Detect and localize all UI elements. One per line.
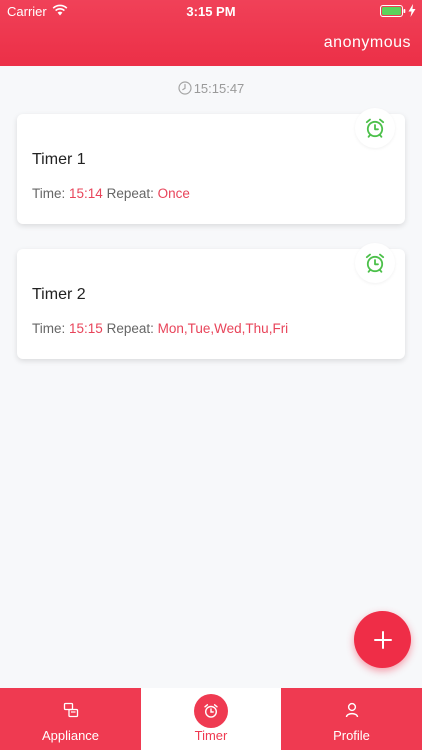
timer-card[interactable]: Timer 1 Time: 15:14 Repeat: Once — [17, 108, 405, 224]
timer-title: Timer 1 — [32, 151, 86, 168]
tab-label: Timer — [194, 728, 228, 743]
tab-label: Appliance — [41, 728, 100, 743]
current-time-display: 15:15:47 — [0, 81, 422, 96]
tab-bar: Appliance Timer Profile — [0, 688, 422, 750]
add-timer-button[interactable] — [354, 611, 411, 668]
current-time-value: 15:15:47 — [193, 81, 245, 96]
appliance-icon — [63, 702, 78, 718]
tab-profile[interactable]: Profile — [281, 688, 422, 750]
timer-title: Timer 2 — [32, 286, 86, 303]
alarm-clock-icon — [365, 253, 385, 273]
tab-appliance[interactable]: Appliance — [0, 688, 141, 750]
repeat-label: Repeat: — [106, 321, 154, 336]
time-value: 15:14 — [69, 186, 103, 201]
battery-icon — [380, 5, 406, 17]
timer-details: Time: 15:15 Repeat: Mon,Tue,Wed,Thu,Fri — [32, 321, 288, 336]
charging-bolt-icon — [408, 4, 416, 17]
repeat-label: Repeat: — [106, 186, 154, 201]
timer-details: Time: 15:14 Repeat: Once — [32, 186, 190, 201]
person-icon — [345, 702, 358, 718]
timer-card[interactable]: Timer 2 Time: 15:15 Repeat: Mon,Tue,Wed,… — [17, 243, 405, 359]
tab-timer-icon-circle — [194, 694, 228, 728]
username-label[interactable]: anonymous — [324, 34, 411, 52]
plus-icon — [373, 630, 392, 649]
status-bar: Carrier 3:15 PM — [0, 0, 422, 22]
alarm-toggle[interactable] — [355, 243, 395, 283]
tab-timer[interactable]: Timer — [141, 688, 281, 750]
repeat-value: Mon,Tue,Wed,Thu,Fri — [157, 321, 289, 336]
alarm-toggle[interactable] — [355, 108, 395, 148]
alarm-clock-icon — [365, 118, 385, 138]
tab-label: Profile — [333, 728, 370, 743]
status-time: 3:15 PM — [186, 4, 236, 19]
repeat-value: Once — [157, 186, 190, 201]
alarm-clock-icon — [204, 704, 218, 718]
time-label: Time: — [32, 321, 66, 336]
app-header: Carrier 3:15 PM anonymous — [0, 0, 422, 66]
time-value: 15:15 — [69, 321, 103, 336]
clock-icon — [178, 81, 192, 95]
time-label: Time: — [32, 186, 66, 201]
